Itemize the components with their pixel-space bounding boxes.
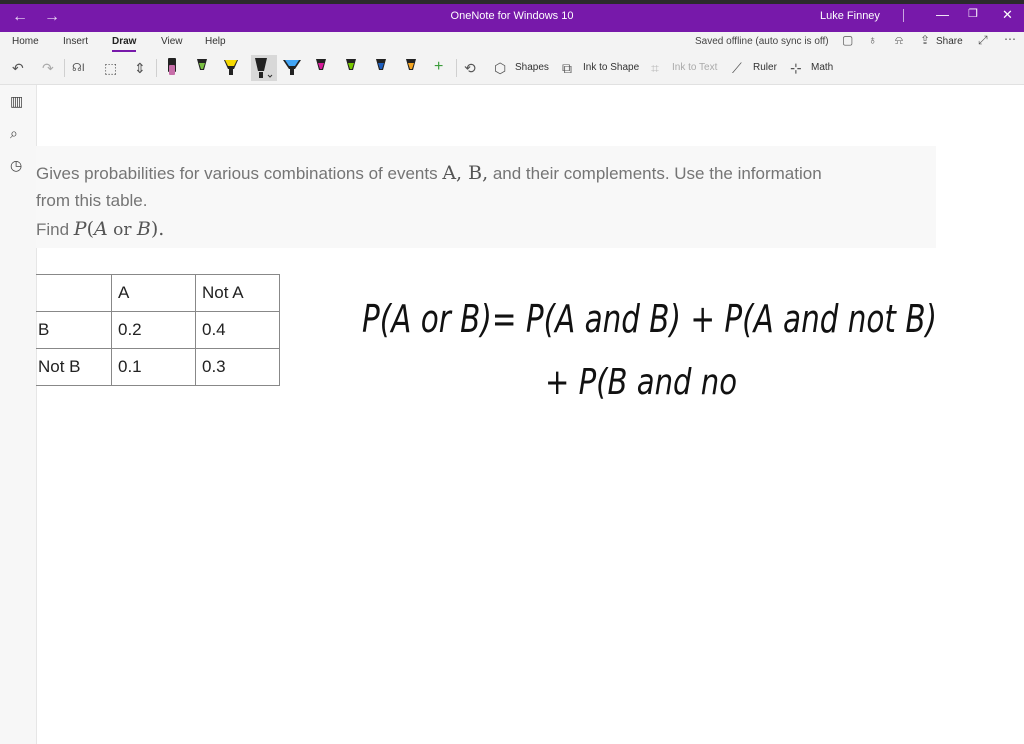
- ink-line-2[interactable]: + P(B and no: [545, 362, 737, 403]
- ink-line-1[interactable]: P(A or B)= P(A and B) + P(A and not B): [362, 297, 937, 341]
- handwritten-ink-layer[interactable]: P(A or B)= P(A and B) + P(A and not B) +…: [0, 0, 1024, 744]
